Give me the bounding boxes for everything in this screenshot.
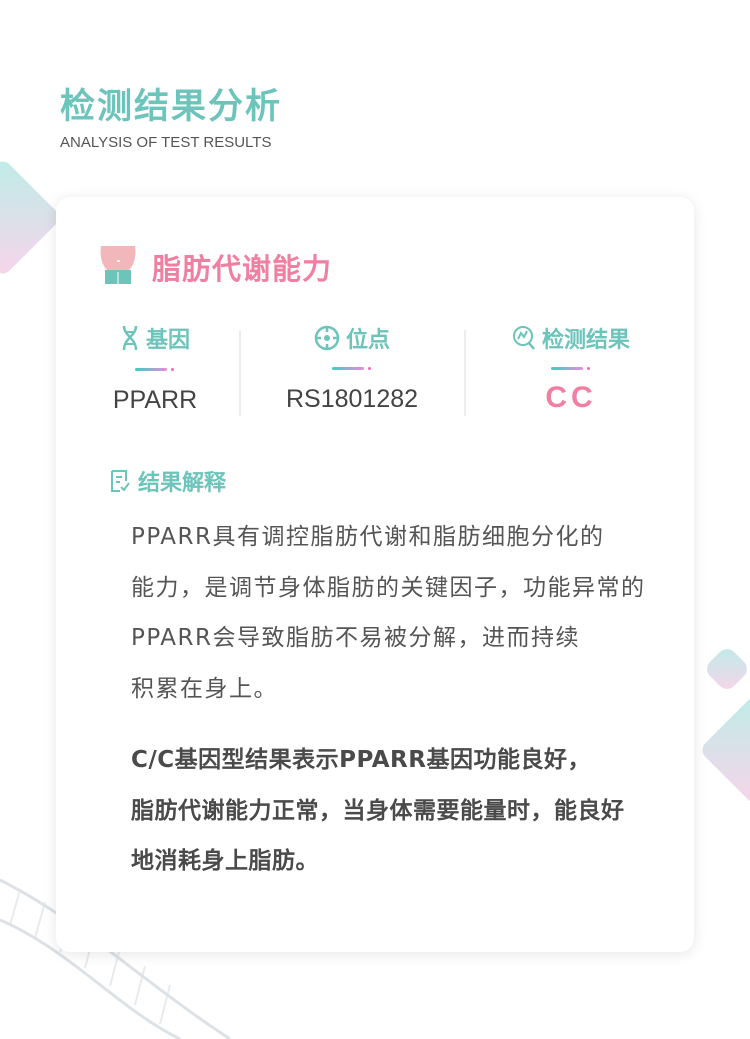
- target-icon: [314, 325, 340, 351]
- result-column: 检测结果 CC: [461, 322, 681, 415]
- locus-label: 位点: [345, 328, 390, 353]
- result-label: 检测结果: [541, 328, 630, 353]
- gene-value: PPARR: [112, 386, 198, 414]
- text-line: PPARR会导致脂肪不易被分解，进而持续: [131, 625, 580, 651]
- document-check-icon: [111, 470, 130, 492]
- section-label: 结果解释: [138, 471, 227, 496]
- gradient-underline: [551, 367, 591, 371]
- column-divider: [239, 330, 241, 416]
- section-header: 结果解释: [110, 465, 226, 497]
- gradient-underline: [135, 368, 175, 372]
- text-line: 脂肪代谢能力正常，当身体需要能量时，能良好: [131, 797, 625, 824]
- text-line: 积累在身上。: [131, 675, 278, 702]
- page-title: 检测结果分析: [60, 87, 283, 127]
- conclusion-paragraph: C/C基因型结果表示PPARR基因功能良好， 脂肪代谢能力正常，当身体需要能量时…: [131, 735, 625, 887]
- text-line: 地消耗身上脂肪。: [131, 848, 319, 874]
- gradient-underline: [332, 367, 372, 371]
- decor-diamond: [698, 693, 750, 807]
- page-subtitle: ANALYSIS OF TEST RESULTS: [60, 134, 272, 151]
- locus-value: RS1801282: [285, 385, 419, 413]
- card-title: 脂肪代谢能力: [152, 252, 333, 286]
- dna-icon: [122, 325, 138, 351]
- decor-diamond: [702, 644, 750, 694]
- decor-diamond: [0, 157, 63, 278]
- gene-label: 基因: [145, 328, 190, 353]
- text-line: 能力，是调节身体脂肪的关键因子，功能异常的: [131, 574, 646, 601]
- text-line: PPARR具有调控脂肪代谢和脂肪细胞分化的: [131, 524, 605, 550]
- explanation-paragraph: PPARR具有调控脂肪代谢和脂肪细胞分化的 能力，是调节身体脂肪的关键因子，功能…: [131, 512, 646, 714]
- text-line: C/C基因型结果表示PPARR基因功能良好，: [131, 747, 591, 773]
- result-value: CC: [545, 381, 597, 414]
- locus-column: 位点 RS1801282: [242, 322, 462, 414]
- chart-search-icon: [512, 326, 535, 350]
- gene-column: 基因 PPARR: [45, 322, 265, 415]
- belly-icon: [100, 246, 136, 284]
